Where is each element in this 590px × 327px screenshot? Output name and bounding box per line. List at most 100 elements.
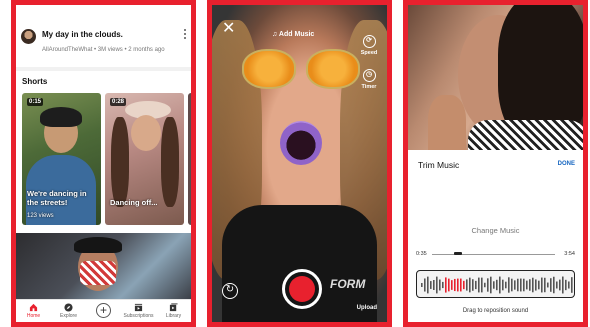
waveform-bar	[457, 278, 459, 292]
waveform-bar	[493, 281, 495, 289]
waveform-bar	[442, 281, 444, 289]
create-icon: +	[96, 303, 111, 318]
phone-trim-screen: Trim Music DONE Change Music 0:35 3:54 D…	[403, 0, 588, 327]
short-views: 123 views	[27, 213, 54, 219]
speed-icon: ⟳	[362, 35, 376, 48]
waveform-bar	[499, 276, 501, 294]
waveform-bar	[472, 279, 474, 291]
thumbnail-hair	[74, 237, 122, 253]
speed-button[interactable]: ⟳ Speed	[357, 35, 381, 56]
nav-label: Explore	[60, 313, 77, 319]
library-icon	[169, 303, 178, 312]
nav-label: Home	[26, 313, 41, 319]
short-card[interactable]: 0:15 We're dancing in the streets! 123 v…	[22, 93, 101, 225]
waveform-bar	[568, 281, 570, 289]
waveform-bar	[535, 279, 537, 291]
drag-hint: Drag to reposition sound	[462, 308, 529, 314]
divider	[16, 67, 191, 71]
waveform-bar	[451, 280, 453, 290]
duration-badge: 0:15	[27, 98, 44, 106]
short-caption: We're dancing in the streets!	[27, 189, 87, 207]
waveform-bar	[565, 279, 567, 291]
short-thumbnail-face	[131, 115, 161, 151]
record-button[interactable]	[282, 269, 322, 309]
nav-home[interactable]: Home	[16, 300, 51, 322]
waveform-bar	[517, 278, 519, 292]
thumbnail-mask	[80, 261, 116, 285]
waveform-bar	[520, 278, 522, 292]
end-time: 3:54	[564, 251, 575, 257]
nav-create[interactable]: +	[86, 300, 121, 322]
waveform-bar	[502, 279, 504, 291]
shirt-logo: FORM	[330, 277, 366, 291]
video-title[interactable]: My day in the clouds.	[42, 30, 123, 39]
home-icon	[29, 303, 38, 312]
timer-label: Timer	[361, 84, 377, 90]
waveform-bar	[445, 277, 447, 293]
waveform-bar	[478, 277, 480, 293]
bottom-nav: Home Explore + Subscriptions Library	[16, 299, 191, 322]
start-time: 0:35	[416, 251, 427, 257]
video-thumbnail[interactable]	[16, 233, 191, 299]
duration-badge: 0:28	[110, 98, 127, 106]
short-thumbnail-hair	[111, 117, 129, 207]
waveform-bar	[424, 278, 426, 292]
shorts-heading: Shorts	[22, 77, 48, 86]
waveform-bar	[538, 280, 540, 290]
waveform-bar	[439, 279, 441, 291]
upload-button[interactable]: Upload	[357, 305, 377, 311]
waveform-bar	[523, 278, 525, 292]
change-music-button[interactable]: Change Music	[408, 226, 583, 235]
waveform-bar	[553, 276, 555, 294]
trim-music-sheet: Trim Music DONE Change Music 0:35 3:54 D…	[408, 150, 583, 322]
add-music-button[interactable]: ♫ Add Music	[272, 31, 314, 38]
close-icon[interactable]: ✕	[222, 21, 235, 37]
short-thumbnail-hair	[161, 117, 179, 207]
waveform-bar	[550, 278, 552, 292]
waveform-bar	[463, 280, 465, 290]
waveform-bar	[475, 280, 477, 290]
waveform-selector[interactable]	[416, 270, 575, 298]
waveform-bar	[469, 277, 471, 293]
avatar[interactable]	[21, 29, 36, 44]
preview-mask	[468, 120, 583, 150]
preview-sunglasses	[242, 49, 296, 89]
waveform-bar	[544, 277, 546, 293]
waveform-bar	[529, 279, 531, 291]
waveform-bar	[508, 277, 510, 293]
subscriptions-icon	[134, 303, 143, 312]
nav-label: Subscriptions	[123, 313, 154, 319]
nav-explore[interactable]: Explore	[51, 300, 86, 322]
timeline-position[interactable]	[454, 252, 462, 255]
video-meta: AllAroundTheWhat • 3M views • 2 months a…	[42, 47, 165, 53]
waveform-bar	[448, 278, 450, 292]
waveform-bar	[484, 282, 486, 288]
preview-sunglasses	[306, 49, 360, 89]
short-card[interactable]: 0:28 Dancing off...	[105, 93, 184, 225]
waveform-bar	[532, 277, 534, 293]
waveform-bar	[421, 283, 423, 287]
waveform-bar	[436, 276, 438, 294]
video-preview	[408, 5, 583, 150]
video-row[interactable]: My day in the clouds. AllAroundTheWhat •…	[16, 5, 191, 63]
short-card-partial[interactable]	[188, 93, 191, 225]
more-options-icon[interactable]	[183, 29, 187, 41]
record-dot	[289, 276, 315, 302]
waveform-bar	[562, 276, 564, 294]
nav-subscriptions[interactable]: Subscriptions	[121, 300, 156, 322]
waveform-bar	[526, 280, 528, 290]
waveform-bar	[556, 281, 558, 289]
waveform-bar	[490, 276, 492, 294]
explore-icon	[64, 303, 73, 312]
waveform-bar	[430, 281, 432, 289]
nav-label: Library	[165, 313, 182, 319]
done-button[interactable]: DONE	[558, 161, 575, 167]
nav-library[interactable]: Library	[156, 300, 191, 322]
flip-camera-icon[interactable]: ↻	[222, 283, 238, 299]
waveform-bar	[466, 279, 468, 291]
preview-mouth	[280, 121, 322, 165]
waveform-bar	[454, 278, 456, 292]
waveform-bar	[505, 281, 507, 289]
waveform-bar	[511, 278, 513, 292]
timer-button[interactable]: ◷ Timer	[357, 69, 381, 90]
